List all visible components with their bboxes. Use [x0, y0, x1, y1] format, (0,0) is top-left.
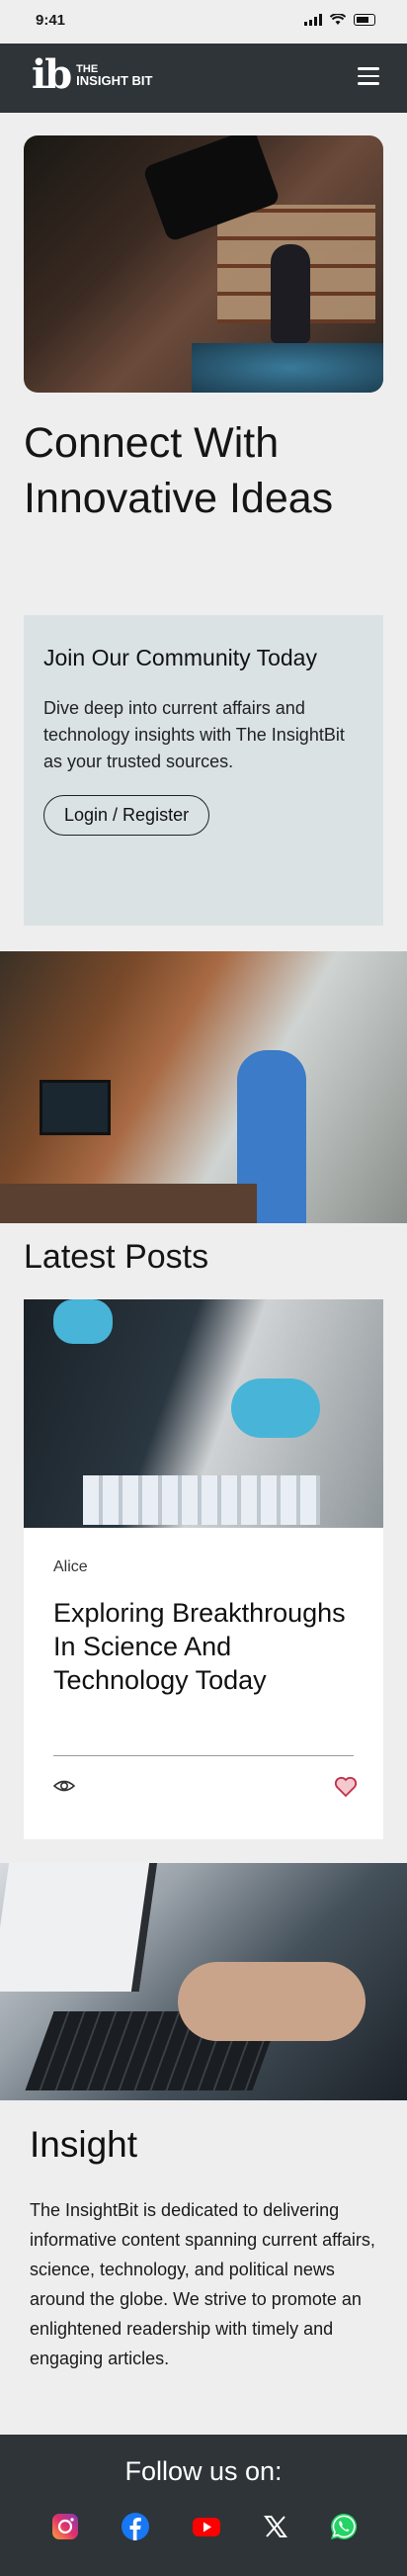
laptop-photo [0, 1863, 407, 2100]
status-time: 9:41 [36, 12, 66, 29]
status-icons [304, 14, 375, 26]
logo-name: INSIGHT BIT [76, 73, 153, 88]
latest-posts-heading: Latest Posts [24, 1238, 209, 1276]
logo-mark: ib [32, 51, 72, 98]
post-author: Alice [53, 1558, 88, 1575]
battery-icon [354, 14, 375, 26]
youtube-icon[interactable] [192, 2512, 221, 2541]
post-card[interactable]: Alice Exploring Breakthroughs In Science… [24, 1299, 383, 1839]
community-title: Join Our Community Today [43, 645, 317, 670]
site-logo[interactable]: ib THE INSIGHT BIT [32, 53, 152, 97]
community-body: Dive deep into current affairs and techn… [43, 698, 345, 771]
status-bar: 9:41 [0, 0, 407, 44]
post-title[interactable]: Exploring Breakthroughs In Science And T… [53, 1596, 350, 1697]
post-image [24, 1299, 383, 1528]
whatsapp-icon[interactable] [329, 2512, 359, 2541]
community-panel: Join Our Community Today Dive deep into … [24, 615, 383, 926]
login-register-button[interactable]: Login / Register [43, 795, 210, 836]
x-icon[interactable] [261, 2512, 290, 2541]
eye-icon [53, 1780, 75, 1792]
instagram-icon[interactable] [50, 2512, 80, 2541]
insight-body: The InsightBit is dedicated to deliverin… [30, 2200, 375, 2368]
logo-wordmark: THE INSIGHT BIT [76, 63, 152, 87]
hero-image [24, 135, 383, 393]
follow-label: Follow us on: [124, 2456, 283, 2486]
heart-icon[interactable] [334, 1776, 358, 1798]
hamburger-menu-icon[interactable] [358, 67, 379, 85]
facebook-icon[interactable] [121, 2512, 150, 2541]
post-divider [53, 1755, 354, 1756]
insight-heading: Insight [30, 2124, 138, 2165]
signal-icon [304, 14, 322, 26]
wifi-icon [330, 14, 346, 25]
site-footer: Follow us on: [0, 2435, 407, 2576]
hero-headline: Connect With Innovative Ideas [24, 419, 334, 522]
office-photo [0, 951, 407, 1223]
site-header: ib THE INSIGHT BIT [0, 44, 407, 113]
